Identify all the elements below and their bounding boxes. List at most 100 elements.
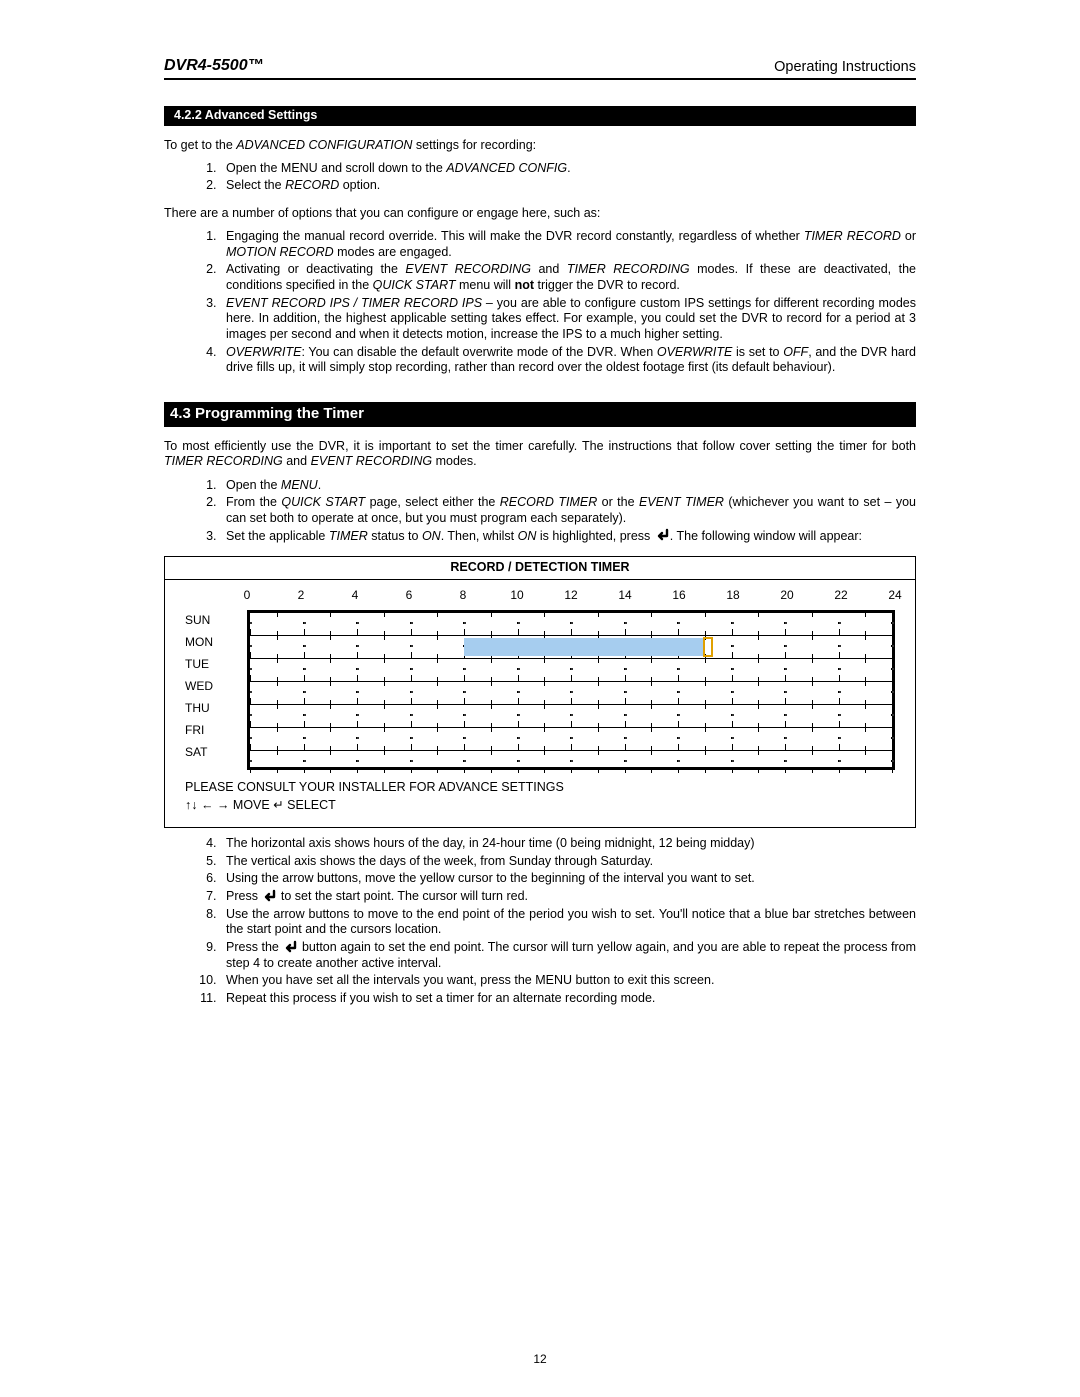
- text: Set the applicable: [226, 529, 329, 543]
- timer-grid-row: [250, 727, 892, 750]
- text: To get to the: [164, 138, 236, 152]
- doc-type: Operating Instructions: [774, 58, 916, 76]
- day-label: TUE: [185, 654, 247, 676]
- list-item: Using the arrow buttons, move the yellow…: [220, 871, 916, 887]
- hour-label: 10: [510, 588, 523, 603]
- list-item: Press to set the start point. The cursor…: [220, 889, 916, 905]
- text: MENU: [281, 478, 318, 492]
- enter-icon: [282, 940, 298, 954]
- text: option.: [339, 178, 380, 192]
- text: .: [318, 478, 321, 492]
- text: OVERWRITE: [226, 345, 301, 359]
- text: .: [567, 161, 570, 175]
- hour-label: 18: [726, 588, 739, 603]
- text: not: [515, 278, 534, 292]
- page-header: DVR4-5500™ Operating Instructions: [164, 56, 916, 80]
- text: QUICK START: [373, 278, 456, 292]
- list-item: EVENT RECORD IPS / TIMER RECORD IPS – yo…: [220, 296, 916, 343]
- text: Select the: [226, 178, 285, 192]
- timer-day-labels: SUN MON TUE WED THU FRI SAT: [185, 588, 247, 770]
- timer-selection-bar: [464, 638, 705, 656]
- text: EVENT RECORDING: [311, 454, 433, 468]
- text: OFF: [783, 345, 808, 359]
- timer-footer-line1: PLEASE CONSULT YOUR INSTALLER FOR ADVANC…: [185, 780, 895, 796]
- text: QUICK START: [281, 495, 365, 509]
- text: is highlighted, press: [536, 529, 653, 543]
- list-item: The vertical axis shows the days of the …: [220, 854, 916, 870]
- text: page, select either the: [365, 495, 500, 509]
- text: and: [531, 262, 567, 276]
- timer-grid-row: [250, 704, 892, 727]
- text: is set to: [732, 345, 783, 359]
- text: modes are engaged.: [334, 245, 452, 259]
- text: status to: [368, 529, 422, 543]
- sec43-steps-a: Open the MENU. From the QUICK START page…: [164, 478, 916, 545]
- timer-grid-row: [250, 658, 892, 681]
- text: EVENT TIMER: [639, 495, 724, 509]
- timer-footer-line2: ↑↓ ← → MOVE ↵ SELECT: [185, 798, 895, 814]
- hour-label: 24: [888, 588, 901, 603]
- list-item: Engaging the manual record override. Thi…: [220, 229, 916, 260]
- day-label: THU: [185, 698, 247, 720]
- text: settings for recording:: [412, 138, 536, 152]
- text: Engaging the manual record override. Thi…: [226, 229, 804, 243]
- text: Open the MENU and scroll down to the: [226, 161, 446, 175]
- text: Press the: [226, 940, 282, 954]
- text: MOTION RECORD: [226, 245, 334, 259]
- text: Activating or deactivating the: [226, 262, 405, 276]
- document-page: DVR4-5500™ Operating Instructions 4.2.2 …: [0, 0, 1080, 1397]
- text: ON: [518, 529, 537, 543]
- list-item: From the QUICK START page, select either…: [220, 495, 916, 526]
- text: . Then, whilst: [441, 529, 518, 543]
- hour-label: 22: [834, 588, 847, 603]
- section-heading-4-2-2: 4.2.2 Advanced Settings: [164, 106, 916, 126]
- timer-grid-row: [250, 613, 892, 635]
- hour-label: 6: [406, 588, 413, 603]
- hour-label: 16: [672, 588, 685, 603]
- timer-window-body: SUN MON TUE WED THU FRI SAT 024681012141…: [165, 580, 915, 827]
- hour-label: 12: [564, 588, 577, 603]
- list-item: Select the RECORD option.: [220, 178, 916, 194]
- text: OVERWRITE: [657, 345, 732, 359]
- timer-window: RECORD / DETECTION TIMER SUN MON TUE WED…: [164, 556, 916, 828]
- text: TIMER RECORDING: [567, 262, 690, 276]
- day-label: MON: [185, 632, 247, 654]
- hour-label: 8: [460, 588, 467, 603]
- text: ADVANCED CONFIG: [446, 161, 567, 175]
- text: . The following window will appear:: [670, 529, 862, 543]
- text: to set the start point. The cursor will …: [277, 889, 528, 903]
- hour-label: 0: [244, 588, 251, 603]
- sec422-intro: To get to the ADVANCED CONFIGURATION set…: [164, 138, 916, 154]
- text: EVENT RECORDING: [405, 262, 531, 276]
- text: modes.: [432, 454, 476, 468]
- text: RECORD: [285, 178, 339, 192]
- text: ON: [422, 529, 441, 543]
- sec43-steps-b: The horizontal axis shows hours of the d…: [164, 836, 916, 1006]
- text: or the: [597, 495, 639, 509]
- text: To most efficiently use the DVR, it is i…: [164, 439, 916, 453]
- sec422-options-list: Engaging the manual record override. Thi…: [164, 229, 916, 376]
- text: TIMER RECORD: [804, 229, 901, 243]
- timer-grid: [247, 610, 895, 770]
- day-label: SAT: [185, 742, 247, 764]
- enter-key-icon: ↵: [273, 798, 283, 812]
- text: SELECT: [284, 798, 336, 812]
- timer-grid-row: [250, 635, 892, 658]
- text: RECORD TIMER: [500, 495, 597, 509]
- sec422-options-intro: There are a number of options that you c…: [164, 206, 916, 222]
- hour-label: 4: [352, 588, 359, 603]
- text: TIMER RECORDING: [164, 454, 283, 468]
- text: EVENT RECORD IPS / TIMER RECORD IPS: [226, 296, 482, 310]
- sec43-intro: To most efficiently use the DVR, it is i…: [164, 439, 916, 470]
- text: From the: [226, 495, 281, 509]
- list-item: OVERWRITE: You can disable the default o…: [220, 345, 916, 376]
- section-heading-4-3: 4.3 Programming the Timer: [164, 402, 916, 427]
- page-number: 12: [0, 1352, 1080, 1367]
- text: TIMER: [329, 529, 368, 543]
- text: ADVANCED CONFIGURATION: [236, 138, 412, 152]
- enter-icon: [654, 528, 670, 542]
- timer-grid-row: [250, 681, 892, 704]
- list-item: Open the MENU and scroll down to the ADV…: [220, 161, 916, 177]
- text: Open the: [226, 478, 281, 492]
- text: or: [901, 229, 916, 243]
